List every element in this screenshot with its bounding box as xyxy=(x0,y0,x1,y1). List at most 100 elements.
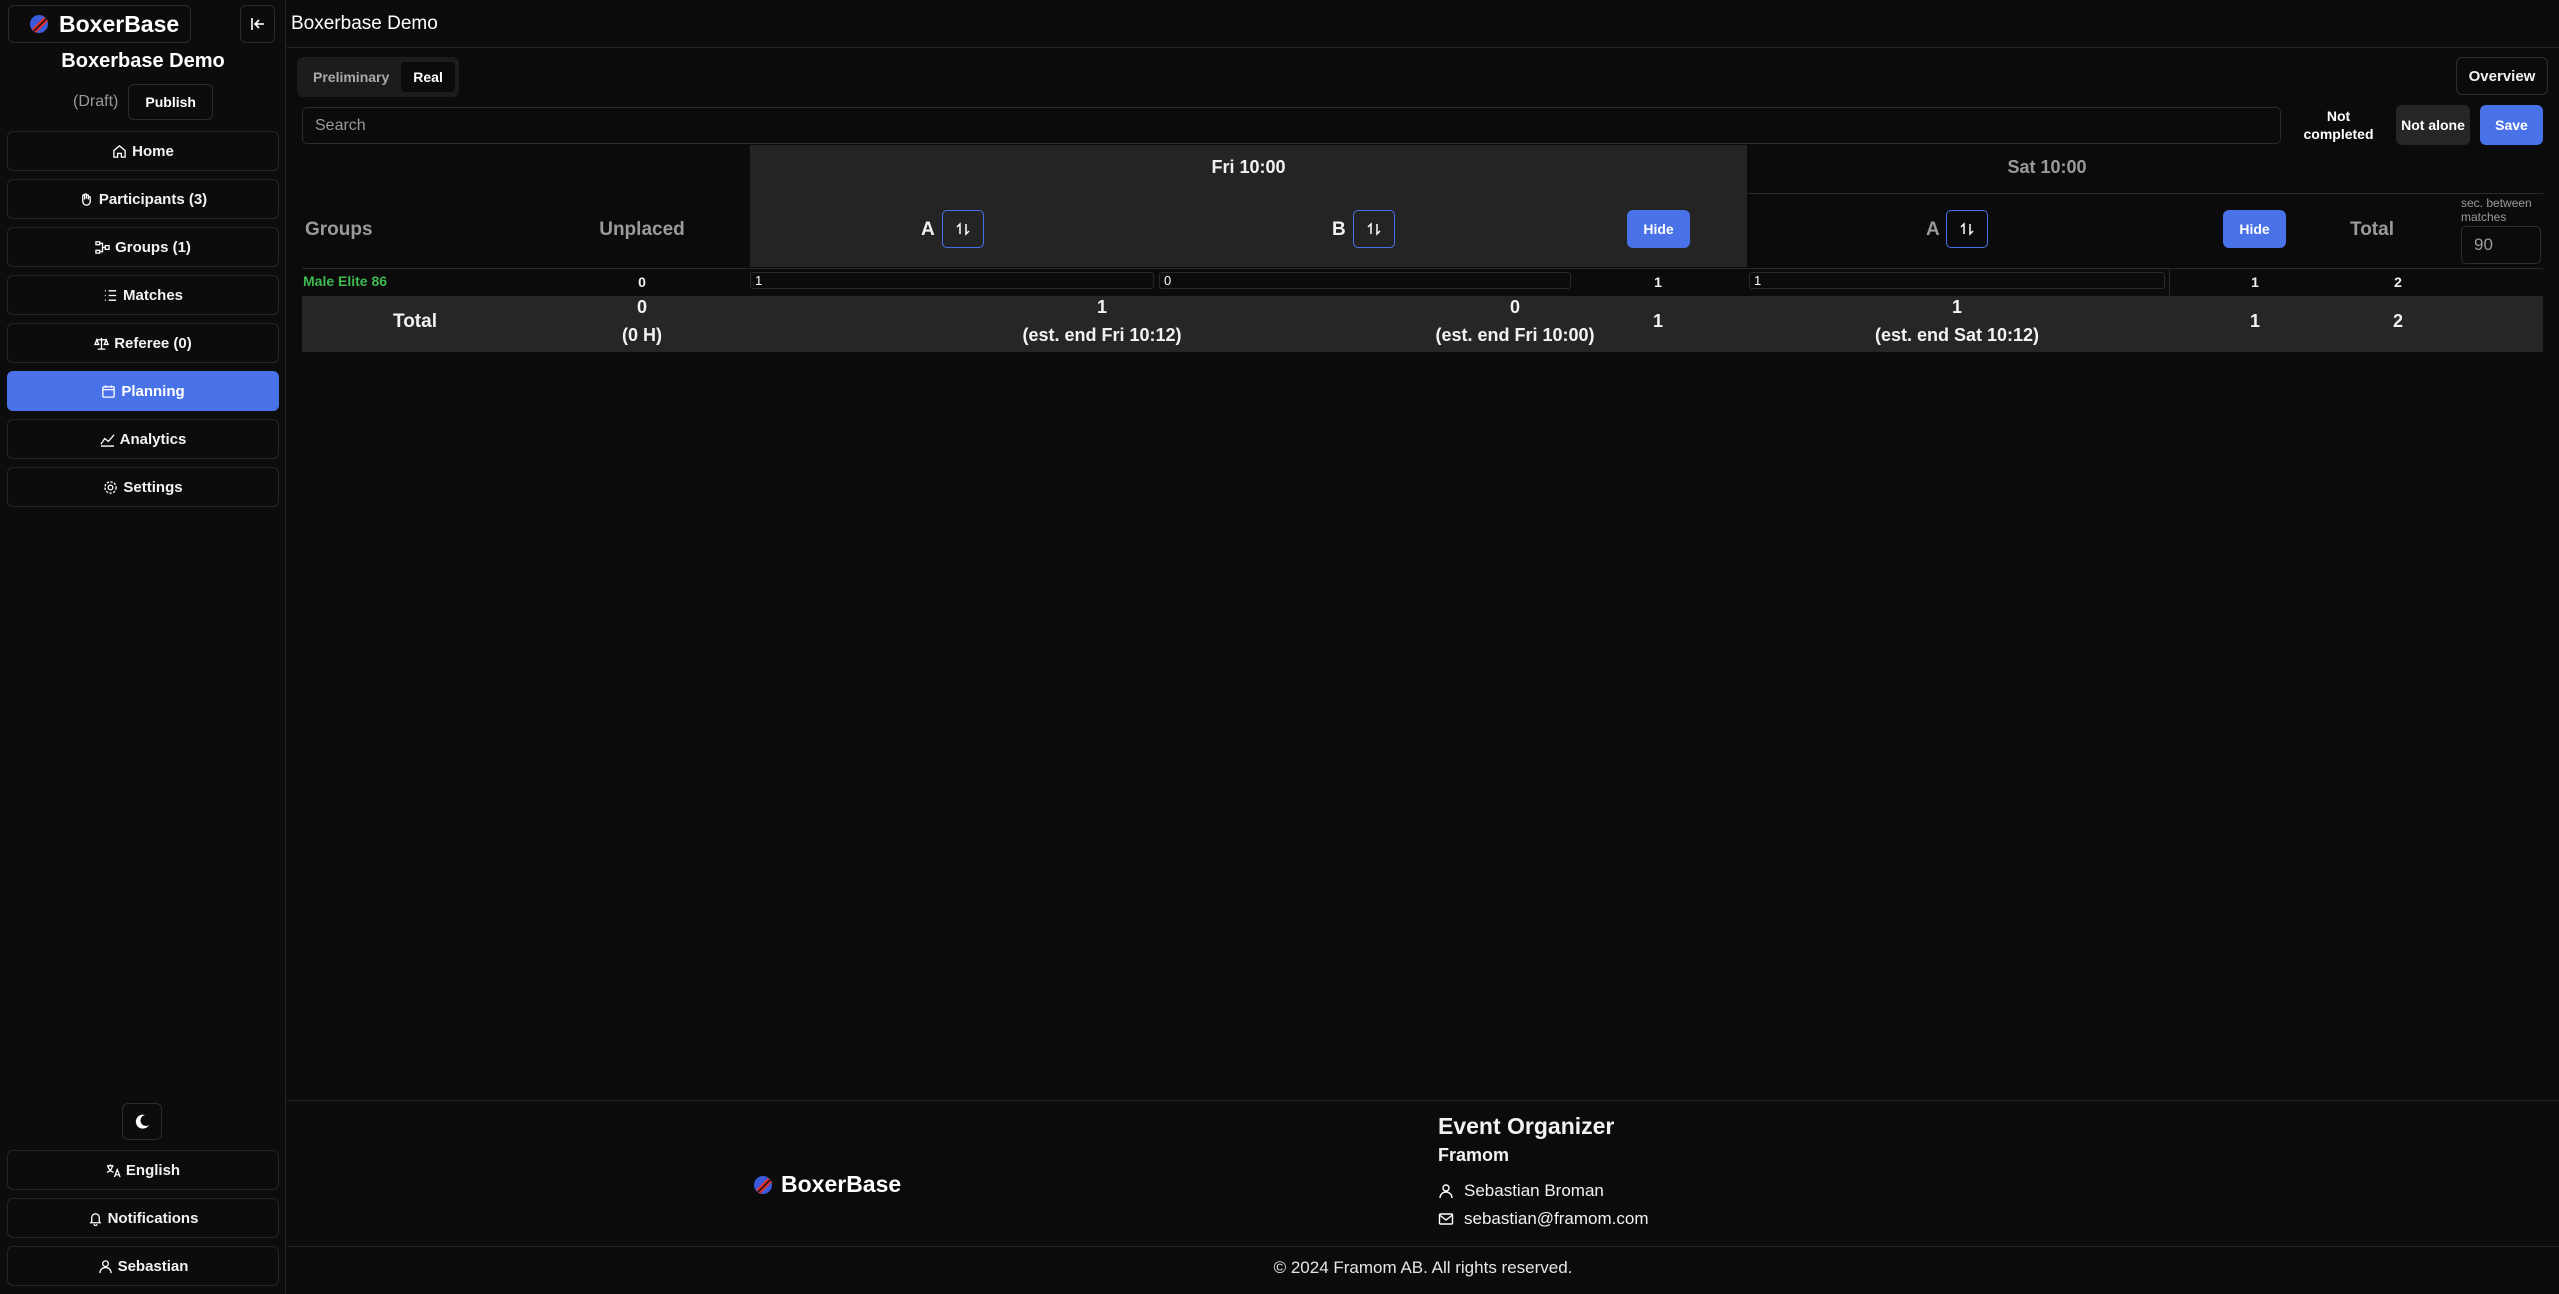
not-alone-filter-button[interactable]: Not alone xyxy=(2396,105,2470,145)
sat-hide-button[interactable]: Hide xyxy=(2223,210,2286,248)
sec-between-matches-input[interactable] xyxy=(2461,226,2541,264)
sidebar-item-label: Participants (3) xyxy=(98,190,208,208)
bell-icon xyxy=(89,1212,101,1226)
top-bar: Boxerbase Demo xyxy=(287,0,2559,48)
gear-icon xyxy=(104,480,118,494)
sidebar-bottom-nav: English Notifications Sebastian xyxy=(7,1150,279,1294)
list-icon xyxy=(104,289,117,301)
fri-ring-a-header: A xyxy=(921,219,935,240)
boxerbase-logo-icon xyxy=(30,15,48,33)
translate-icon xyxy=(106,1163,121,1177)
totals-fri-ring-a-est-end: (est. end Fri 10:12) xyxy=(1022,325,1182,345)
sidebar-item-label: Referee (0) xyxy=(114,334,192,352)
totals-unplaced: 0 xyxy=(636,297,647,317)
contact-name-text: Sebastian Broman xyxy=(1464,1181,1604,1200)
collapse-sidebar-button[interactable] xyxy=(240,5,275,43)
publish-button[interactable]: Publish xyxy=(128,84,213,120)
totals-sat-ring-a-est-end: (est. end Sat 10:12) xyxy=(1874,325,2040,345)
day-header-fri: Fri 10:00 xyxy=(1211,157,1286,177)
group-link-male-elite-86[interactable]: Male Elite 86 xyxy=(303,273,387,289)
footer: BoxerBase Event Organizer Framom Sebasti… xyxy=(287,1100,2559,1294)
mail-icon xyxy=(1438,1213,1454,1225)
sidebar-item-analytics[interactable]: Analytics xyxy=(7,419,279,459)
totals-sat-ring-a: 1 xyxy=(1951,297,1962,317)
groups-icon xyxy=(95,240,110,254)
sidebar-item-label: Analytics xyxy=(119,430,187,448)
sidebar-item-label: Sebastian xyxy=(117,1257,189,1275)
swap-vertical-icon xyxy=(956,222,970,236)
user-icon xyxy=(98,1259,112,1273)
groups-column-header: Groups xyxy=(305,219,373,240)
draft-row: (Draft) Publish xyxy=(0,84,286,120)
collapse-left-icon xyxy=(250,18,264,30)
tab-preliminary[interactable]: Preliminary xyxy=(301,62,401,92)
sidebar-item-label: Home xyxy=(132,142,174,160)
sidebar-item-label: Matches xyxy=(122,286,184,304)
sidebar-item-label: Notifications xyxy=(107,1209,199,1227)
sidebar-item-notifications[interactable]: Notifications xyxy=(7,1198,279,1238)
sidebar-item-planning[interactable]: Planning xyxy=(7,371,279,411)
chart-line-icon xyxy=(100,433,115,447)
organizer-contact-name: Sebastian Broman xyxy=(1438,1181,1604,1201)
organizer-name: Framom xyxy=(1438,1145,1510,1165)
moon-icon xyxy=(135,1114,149,1129)
scale-icon xyxy=(94,337,110,350)
row-fri-total-value: 1 xyxy=(1654,274,1662,290)
hand-icon xyxy=(81,192,91,206)
sat-ring-a-swap-button[interactable] xyxy=(1946,210,1988,248)
sec-between-matches-label: sec. between matches xyxy=(2461,196,2532,224)
fri-ring-b-input[interactable] xyxy=(1159,272,1571,289)
copyright-text: © 2024 Framom AB. All rights reserved. xyxy=(1273,1258,1573,1277)
totals-fri-ring-a: 1 xyxy=(1096,297,1107,317)
sidebar-item-label: Settings xyxy=(123,478,183,496)
not-completed-filter-button[interactable]: Not completed xyxy=(2291,105,2386,145)
contact-email-text: sebastian@framom.com xyxy=(1464,1209,1649,1228)
planning-mode-tabs: Preliminary Real xyxy=(297,57,459,97)
totals-fri-total: 1 xyxy=(1652,311,1663,331)
draft-status: (Draft) xyxy=(73,93,119,110)
totals-label: Total xyxy=(393,311,437,332)
organizer-title: Event Organizer xyxy=(1438,1113,1615,1139)
sidebar-item-label: English xyxy=(125,1161,181,1179)
totals-grand-total: 2 xyxy=(2392,311,2403,331)
brand-name: BoxerBase xyxy=(59,10,180,37)
overview-button[interactable]: Overview xyxy=(2456,57,2548,95)
row-sat-total-value: 1 xyxy=(2251,274,2259,290)
fri-hide-button[interactable]: Hide xyxy=(1627,210,1690,248)
save-button[interactable]: Save xyxy=(2480,105,2543,145)
event-title: Boxerbase Demo xyxy=(61,50,225,72)
brand-logo[interactable]: BoxerBase xyxy=(8,5,191,43)
sidebar-nav: Home Participants (3) Groups (1) Matches… xyxy=(7,131,279,515)
totals-unplaced-sub: (0 H) xyxy=(622,325,662,345)
sidebar-item-referee[interactable]: Referee (0) xyxy=(7,323,279,363)
sidebar-item-label: Groups (1) xyxy=(115,238,191,256)
sat-ring-a-input[interactable] xyxy=(1749,272,2165,289)
row-total-value: 2 xyxy=(2394,274,2402,290)
fri-ring-a-swap-button[interactable] xyxy=(942,210,984,248)
footer-brand[interactable]: BoxerBase xyxy=(753,1171,901,1198)
sidebar-item-matches[interactable]: Matches xyxy=(7,275,279,315)
row-unplaced-value: 0 xyxy=(638,274,646,290)
footer-brand-name: BoxerBase xyxy=(781,1171,902,1197)
sidebar-item-home[interactable]: Home xyxy=(7,131,279,171)
sidebar-item-participants[interactable]: Participants (3) xyxy=(7,179,279,219)
footer-divider xyxy=(287,1246,2559,1247)
fri-ring-b-swap-button[interactable] xyxy=(1353,210,1395,248)
search-input[interactable] xyxy=(302,107,2281,144)
sidebar-item-settings[interactable]: Settings xyxy=(7,467,279,507)
fri-ring-b-header: B xyxy=(1332,219,1346,240)
sidebar: BoxerBase Boxerbase Demo (Draft) Publish… xyxy=(0,0,286,1294)
sidebar-item-groups[interactable]: Groups (1) xyxy=(7,227,279,267)
home-icon xyxy=(113,144,126,158)
calendar-icon xyxy=(102,384,116,398)
theme-toggle-button[interactable] xyxy=(122,1103,162,1140)
sidebar-item-user[interactable]: Sebastian xyxy=(7,1246,279,1286)
organizer-contact-email[interactable]: sebastian@framom.com xyxy=(1438,1209,1649,1229)
total-column-header: Total xyxy=(2350,219,2394,240)
sat-ring-a-header: A xyxy=(1926,219,1940,240)
day-header-sat: Sat 10:00 xyxy=(2007,157,2087,177)
boxerbase-logo-icon xyxy=(754,1175,772,1194)
fri-ring-a-input[interactable] xyxy=(750,272,1154,289)
tab-real[interactable]: Real xyxy=(401,62,455,92)
sidebar-item-language[interactable]: English xyxy=(7,1150,279,1190)
